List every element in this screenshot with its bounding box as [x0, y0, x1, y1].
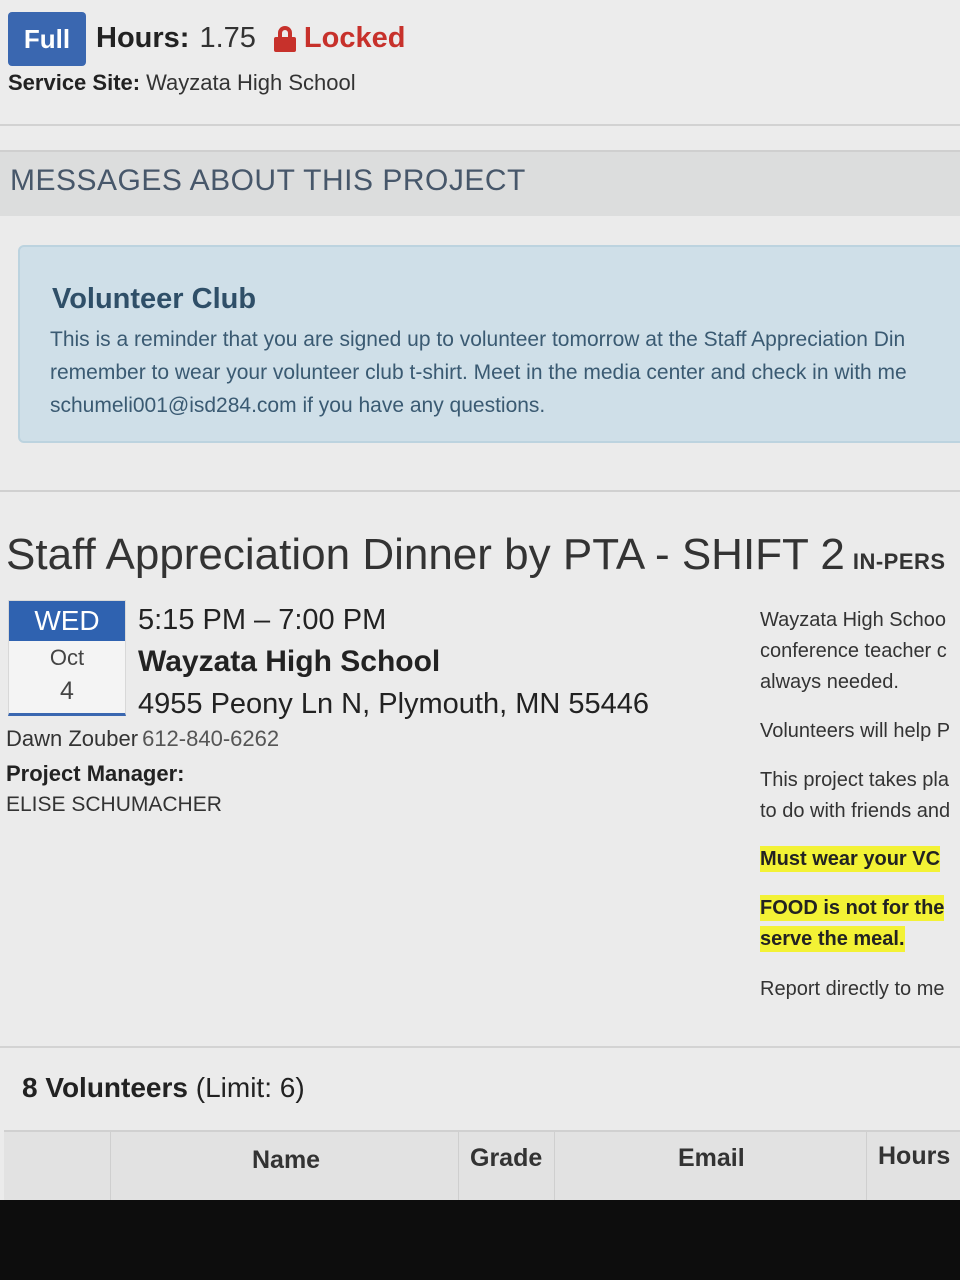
calendar-month: Oct: [49, 645, 85, 670]
hours-line: Hours: 1.75 Locked: [96, 22, 405, 55]
mode-tag: IN-PERS: [852, 549, 946, 574]
column-separator: [554, 1132, 555, 1205]
hours-value: 1.75: [199, 22, 256, 54]
calendar-day: 4: [60, 677, 74, 705]
column-header-name[interactable]: Name: [252, 1146, 320, 1175]
date-calendar-card: WED Oct 4: [8, 600, 126, 716]
divider: [0, 1046, 960, 1048]
message-alert: Volunteer Club This is a reminder that y…: [18, 245, 960, 443]
messages-section-title: MESSAGES ABOUT THIS PROJECT: [10, 164, 526, 197]
column-separator: [110, 1132, 111, 1205]
alert-line: remember to wear your volunteer club t-s…: [50, 361, 907, 384]
project-status-header: Full Hours: 1.75 Locked Service Site: Way…: [0, 0, 960, 140]
description-line: Volunteers will help P: [760, 720, 951, 742]
volunteer-limit: (Limit: 6): [195, 1072, 305, 1103]
divider: [0, 124, 960, 126]
lock-icon: [273, 25, 296, 52]
hours-label: Hours:: [96, 22, 190, 54]
project-manager-label: Project Manager:: [6, 761, 185, 786]
project-title-text: Staff Appreciation Dinner by PTA - SHIFT…: [6, 530, 845, 579]
column-separator: [458, 1132, 459, 1205]
alert-line: schumeli001@isd284.com if you have any q…: [50, 394, 546, 417]
description-line: Wayzata High Schoo: [760, 609, 947, 631]
column-header-hours[interactable]: Hours: [878, 1142, 950, 1171]
description-line: Report directly to me: [760, 978, 945, 1000]
column-header-email[interactable]: Email: [678, 1144, 745, 1173]
service-site: Service Site: Wayzata High School: [8, 70, 356, 96]
device-bezel: [0, 1200, 960, 1280]
project-description: Wayzata High Schoo conference teacher c …: [760, 605, 960, 1005]
description-line: always needed.: [760, 671, 899, 693]
venue-name: Wayzata High School: [138, 645, 441, 678]
locked-status: Locked: [273, 22, 406, 55]
divider: [0, 490, 960, 492]
alert-title: Volunteer Club: [52, 283, 257, 315]
alert-line: This is a reminder that you are signed u…: [50, 328, 906, 351]
status-badge: Full: [8, 12, 86, 66]
column-header-grade[interactable]: Grade: [470, 1144, 542, 1173]
description-line: conference teacher c: [760, 640, 947, 662]
contact-phone-link[interactable]: 612-840-6262: [142, 726, 279, 751]
messages-section-header: MESSAGES ABOUT THIS PROJECT: [0, 150, 960, 216]
column-separator: [866, 1132, 867, 1205]
highlight-text: Must wear your VC: [760, 846, 941, 872]
shift-time: 5:15 PM – 7:00 PM: [138, 604, 387, 636]
highlight-text: FOOD is not for the: [760, 895, 945, 921]
contact-info: Dawn Zouber 612-840-6262: [6, 726, 279, 752]
description-line: to do with friends and: [760, 800, 951, 822]
volunteer-table-header: Name Grade Email Hours: [4, 1130, 960, 1205]
locked-label: Locked: [303, 22, 406, 54]
description-line: This project takes pla: [760, 769, 949, 791]
project-title: Staff Appreciation Dinner by PTA - SHIFT…: [6, 530, 946, 580]
highlight-text: serve the meal.: [760, 926, 905, 952]
service-site-value: Wayzata High School: [146, 70, 356, 95]
project-manager-name: ELISE SCHUMACHER: [6, 793, 222, 816]
service-site-label: Service Site:: [8, 70, 141, 95]
alert-body: This is a reminder that you are signed u…: [50, 323, 960, 422]
volunteer-count-value: 8 Volunteers: [22, 1072, 188, 1103]
volunteer-count: 8 Volunteers (Limit: 6): [22, 1072, 305, 1104]
calendar-weekday: WED: [9, 601, 125, 641]
contact-name: Dawn Zouber: [6, 726, 139, 751]
venue-address[interactable]: 4955 Peony Ln N, Plymouth, MN 55446: [138, 688, 649, 721]
project-page: Full Hours: 1.75 Locked Service Site: Way…: [0, 0, 960, 1205]
